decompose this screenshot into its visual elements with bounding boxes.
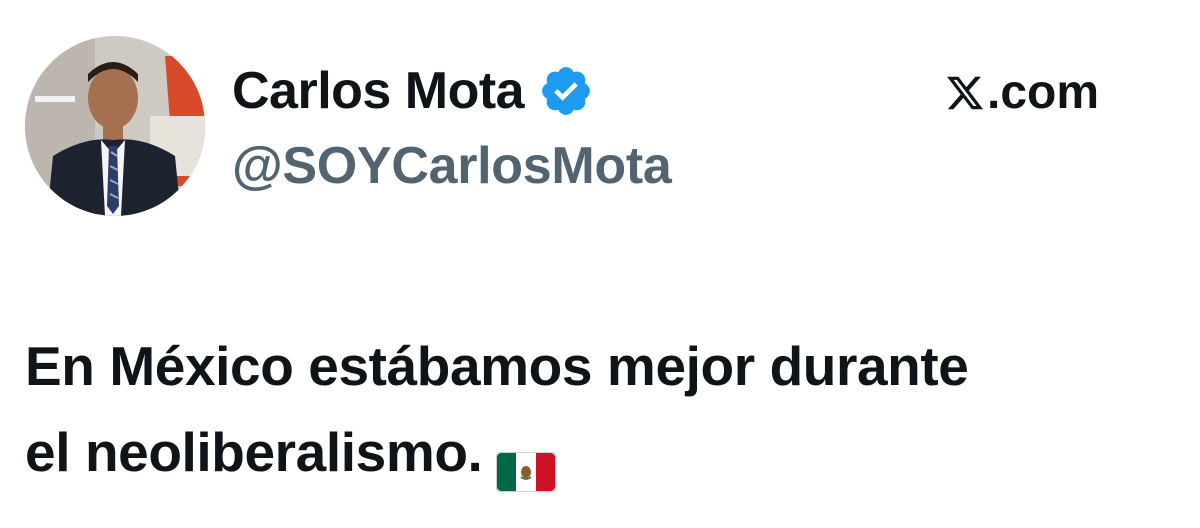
user-handle[interactable]: @SOYCarlosMota <box>232 136 672 196</box>
tweet-text: En México estábamos mejor durante el neo… <box>25 323 1185 495</box>
brand-text: .com <box>987 65 1100 119</box>
mexico-flag-icon <box>496 430 557 493</box>
tweet-line-2: el neoliberalismo. <box>25 409 1185 495</box>
x-com-brand: .com <box>945 60 1099 124</box>
tweet-line-2-text: el neoliberalismo. <box>25 421 483 483</box>
profile-photo <box>25 36 205 216</box>
avatar[interactable] <box>25 36 205 216</box>
x-logo-icon <box>945 71 985 113</box>
author-name-row[interactable]: Carlos Mota <box>232 56 594 126</box>
verified-badge-icon <box>538 63 594 119</box>
tweet-line-1: En México estábamos mejor durante <box>25 335 969 397</box>
display-name: Carlos Mota <box>232 62 525 120</box>
